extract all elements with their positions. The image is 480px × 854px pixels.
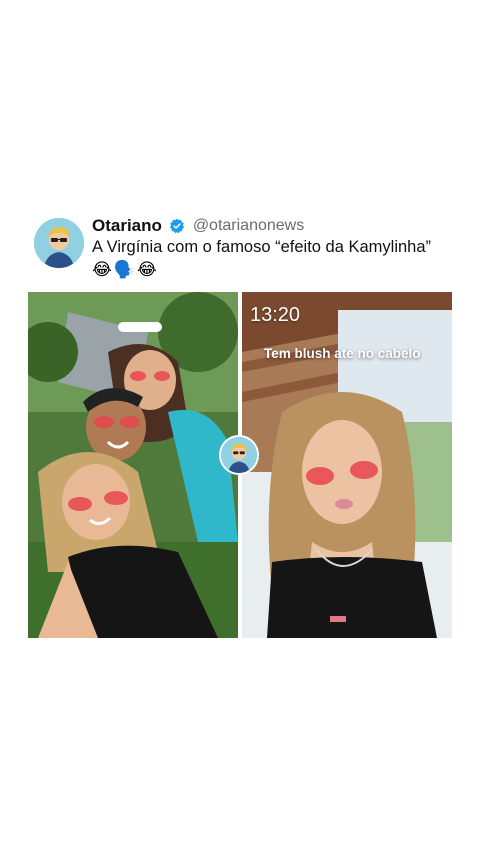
- tweet-media[interactable]: 13:20 Tem blush ate no cabelo: [28, 292, 452, 638]
- author-name[interactable]: Otariano: [92, 216, 162, 235]
- author-row: Otariano @otarianonews: [92, 216, 304, 238]
- tweet-post: Otariano @otarianonews A Virgínia com o …: [0, 0, 480, 854]
- author-avatar[interactable]: [34, 218, 84, 268]
- overlay-avatar: [219, 435, 259, 475]
- verified-badge-icon: [170, 218, 185, 234]
- media-photo-left[interactable]: [28, 292, 238, 638]
- tweet-text: A Virgínia com o famoso “efeito da Kamyl…: [92, 238, 432, 256]
- tweet-header: Otariano @otarianonews A Virgínia com o …: [34, 216, 464, 286]
- story-time: 13:20: [250, 304, 301, 326]
- author-handle[interactable]: @otarianonews: [193, 217, 304, 234]
- story-caption: Tem blush ate no cabelo: [264, 346, 421, 361]
- media-photo-right[interactable]: 13:20 Tem blush ate no cabelo: [242, 292, 452, 638]
- tweet-emojis: 😂🗣️😂: [92, 260, 159, 279]
